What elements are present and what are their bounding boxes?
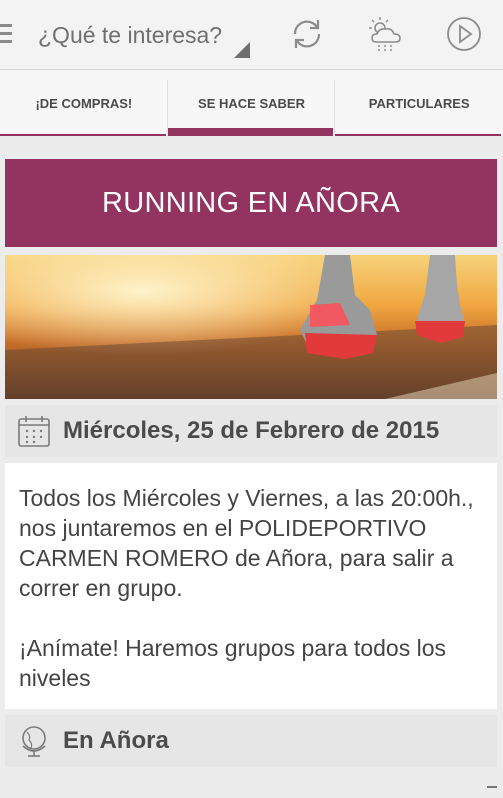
event-date-row: Miércoles, 25 de Febrero de 2015 [5,405,497,457]
menu-icon[interactable] [0,24,12,46]
tab-se-hace-saber[interactable]: SE HACE SABER [167,70,336,136]
event-description-paragraph: ¡Anímate! Haremos grupos para todos los … [19,635,446,691]
event-image [5,255,497,399]
tab-de-compras[interactable]: ¡DE COMPRAS! [0,70,168,136]
top-bar: ¿Qué te interesa? [0,0,503,70]
event-date: Miércoles, 25 de Febrero de 2015 [63,417,440,444]
scroll-indicator [487,786,497,788]
category-selector[interactable]: ¿Qué te interesa? [38,22,222,49]
event-location-row[interactable]: En Añora [5,715,497,767]
globe-icon [22,726,46,757]
dropdown-triangle-icon[interactable] [234,42,250,58]
tab-label: SE HACE SABER [198,95,305,111]
tab-label: PARTICULARES [368,95,470,111]
tab-particulares[interactable]: PARTICULARES [335,70,503,136]
event-title: RUNNING EN AÑORA [101,186,401,219]
tab-label: ¡DE COMPRAS! [35,95,133,111]
refresh-icon[interactable] [287,14,327,54]
calendar-icon [18,416,50,447]
weather-icon[interactable] [366,14,406,54]
play-icon[interactable] [444,14,484,54]
event-location: En Añora [63,727,169,754]
event-detail: RUNNING EN AÑORA Miércoles, 25 de Febrer… [5,159,497,767]
tab-bar: ¡DE COMPRAS! SE HACE SABER PARTICULARES [0,70,503,136]
event-description: Todos los Miércoles y Viernes, a las 20:… [5,463,497,709]
event-description-paragraph: Todos los Miércoles y Viernes, a las 20:… [19,485,474,601]
event-title-banner: RUNNING EN AÑORA [5,159,497,247]
